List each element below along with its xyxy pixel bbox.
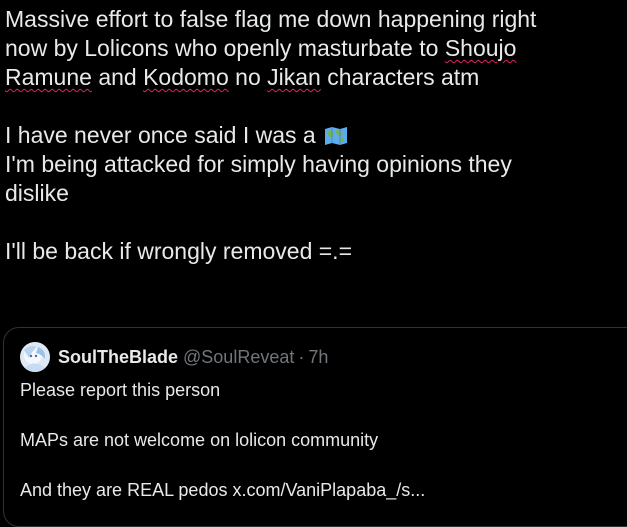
world-map-icon [324, 127, 347, 145]
tweet-text-segment: and [91, 64, 144, 90]
quoted-author-handle[interactable]: @SoulReveat [183, 347, 294, 368]
spellcheck-word: Kodomo [143, 64, 229, 90]
tweet-line: I have never once said I was a [5, 121, 620, 150]
quoted-tweet-timestamp[interactable]: 7h [308, 347, 328, 368]
tweet-text-segment: I have never once said I was a [5, 122, 316, 148]
tweet-line: now by Lolicons who openly masturbate to… [5, 34, 620, 63]
tweet-text-segment: now by Lolicons who openly masturbate to [5, 35, 445, 61]
spellcheck-word: Shoujo [444, 35, 517, 61]
tweet-line: Massive effort to false flag me down hap… [5, 6, 537, 32]
quoted-author-name[interactable]: SoulTheBlade [58, 347, 178, 368]
quoted-tweet-text: Please report this person MAPs are not w… [20, 378, 620, 503]
quoted-tweet-line: Please report this person [20, 380, 221, 400]
avatar[interactable] [20, 342, 50, 372]
spellcheck-word: Jikan [267, 64, 321, 90]
quoted-tweet-card[interactable]: SoulTheBlade @SoulReveat · 7h Please rep… [3, 327, 627, 527]
tweet-text: Massive effort to false flag me down hap… [5, 5, 620, 266]
tweet-text-segment: characters atm [320, 64, 480, 90]
tweet-text-segment: no [228, 64, 268, 90]
tweet-line: Ramune and Kodomo no Jikan characters at… [5, 63, 620, 92]
avatar-image [20, 342, 50, 372]
tweet-line: I'm being attacked for simply having opi… [5, 151, 512, 177]
quoted-tweet-header: SoulTheBlade @SoulReveat · 7h [20, 342, 328, 372]
quoted-tweet-line: And they are REAL pedos x.com/VaniPlapab… [20, 480, 426, 500]
quoted-tweet-line: MAPs are not welcome on lolicon communit… [20, 430, 379, 450]
tweet-line: dislike [5, 180, 69, 206]
separator-dot: · [298, 346, 305, 367]
spellcheck-word: Ramune [5, 64, 92, 90]
tweet-line: I'll be back if wrongly removed =.= [5, 238, 352, 264]
